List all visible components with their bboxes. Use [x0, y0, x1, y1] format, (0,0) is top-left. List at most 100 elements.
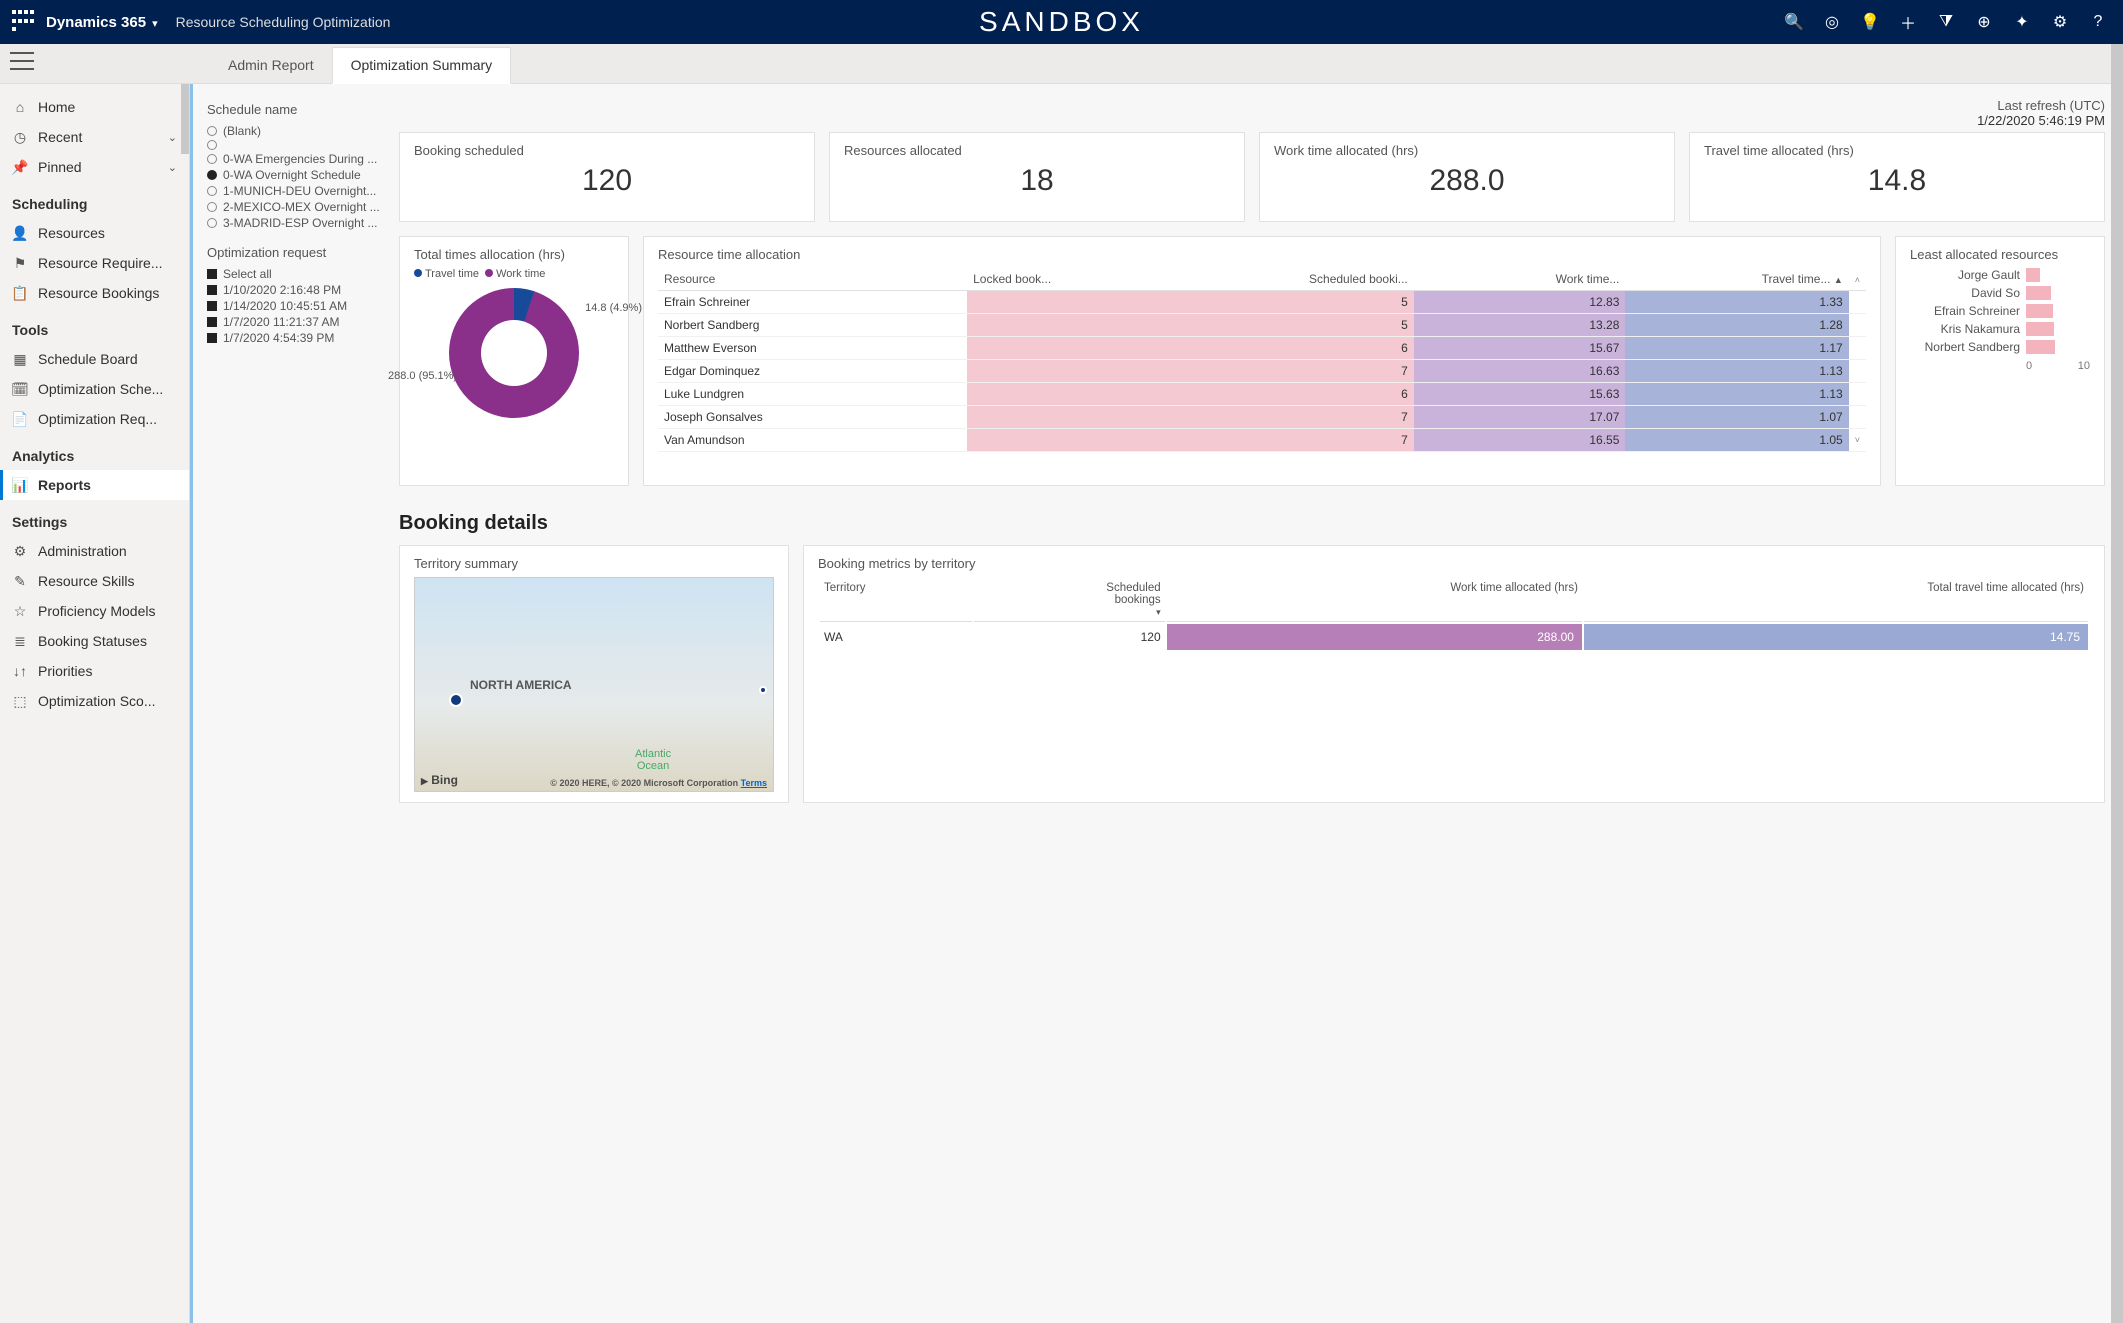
- sidebar-item[interactable]: 📋Resource Bookings: [0, 278, 189, 308]
- sidebar-item[interactable]: 👤Resources: [0, 218, 189, 248]
- sidebar-item-label: Resource Require...: [38, 255, 163, 271]
- search-icon[interactable]: 🔍: [1785, 13, 1803, 31]
- kpi-value: 14.8: [1704, 164, 2090, 198]
- sidebar-item[interactable]: ☆Proficiency Models: [0, 596, 189, 626]
- radio-icon: [207, 154, 217, 164]
- table-header[interactable]: Resource: [658, 268, 967, 291]
- bar-row[interactable]: David So: [1910, 286, 2090, 300]
- table-row[interactable]: Van Amundson 7 16.55 1.05 ˅: [658, 429, 1866, 452]
- least-allocated-title: Least allocated resources: [1910, 247, 2090, 262]
- kpi-value: 288.0: [1274, 164, 1660, 198]
- kpi-card: Travel time allocated (hrs)14.8: [1689, 132, 2105, 222]
- sidebar-item[interactable]: 📊Reports: [0, 470, 189, 500]
- target-icon[interactable]: ◎: [1823, 13, 1841, 31]
- plus-icon[interactable]: ＋: [1899, 13, 1917, 31]
- map-terms-link[interactable]: Terms: [741, 778, 767, 788]
- slicer-item-label: 1/7/2020 4:54:39 PM: [223, 331, 334, 345]
- map-pin-icon[interactable]: [759, 686, 767, 694]
- table-row[interactable]: Edgar Dominquez 7 16.63 1.13: [658, 360, 1866, 383]
- circle-plus-icon[interactable]: ⊕: [1975, 13, 1993, 31]
- table-row[interactable]: Efrain Schreiner 5 12.83 1.33: [658, 291, 1866, 314]
- map-label-ocean: Atlantic Ocean: [635, 748, 671, 772]
- table-header[interactable]: Scheduled booki...: [1190, 268, 1413, 291]
- table-header[interactable]: Work time...: [1414, 268, 1626, 291]
- map[interactable]: NORTH AMERICA Atlantic Ocean ▶ Bing © 20…: [414, 577, 774, 792]
- scroll-up-icon[interactable]: ˄: [1855, 275, 1860, 285]
- table-row[interactable]: Matthew Everson 6 15.67 1.17: [658, 337, 1866, 360]
- kpi-label: Booking scheduled: [414, 143, 800, 158]
- sidebar-item-label: Priorities: [38, 663, 92, 679]
- resource-table[interactable]: ResourceLocked book...Scheduled booki...…: [658, 268, 1866, 452]
- bar-row[interactable]: Kris Nakamura: [1910, 322, 2090, 336]
- table-row[interactable]: Norbert Sandberg 5 13.28 1.28: [658, 314, 1866, 337]
- funnel-icon[interactable]: ⧩: [1937, 13, 1955, 31]
- sidebar-item[interactable]: ⚙Administration: [0, 536, 189, 566]
- bar: [2026, 286, 2051, 300]
- slicer-request-item[interactable]: 1/7/2020 4:54:39 PM: [207, 330, 385, 346]
- slicer-schedule-item[interactable]: [207, 139, 385, 151]
- help-icon[interactable]: ?: [2089, 13, 2107, 31]
- checkbox-icon: [207, 285, 217, 295]
- slicer-schedule-item[interactable]: (Blank): [207, 123, 385, 139]
- table-header[interactable]: Locked book...: [967, 268, 1190, 291]
- table-row[interactable]: Joseph Gonsalves 7 17.07 1.07: [658, 406, 1866, 429]
- slicer-request-item[interactable]: 1/10/2020 2:16:48 PM: [207, 282, 385, 298]
- sidebar-item[interactable]: ↓↑Priorities: [0, 656, 189, 686]
- slicer-request-item[interactable]: 1/7/2020 11:21:37 AM: [207, 314, 385, 330]
- table-header[interactable]: Work time allocated (hrs): [1167, 579, 1582, 622]
- bulb-icon[interactable]: 💡: [1861, 13, 1879, 31]
- mid-row: Total times allocation (hrs) Travel time…: [399, 236, 2105, 486]
- brand-label[interactable]: Dynamics 365: [46, 14, 146, 31]
- bar-row[interactable]: Efrain Schreiner: [1910, 304, 2090, 318]
- gear-icon[interactable]: ⚙: [2051, 13, 2069, 31]
- slicer-schedule-item[interactable]: 0-WA Emergencies During ...: [207, 151, 385, 167]
- hamburger-icon[interactable]: [10, 52, 34, 70]
- tab-optimization-summary[interactable]: Optimization Summary: [332, 47, 512, 84]
- donut-chart[interactable]: 14.8 (4.9%) 288.0 (95.1%): [414, 280, 614, 418]
- table-row[interactable]: Luke Lundgren 6 15.63 1.13: [658, 383, 1866, 406]
- sidebar-item[interactable]: 📄Optimization Req...: [0, 404, 189, 434]
- card-territory-metrics: Booking metrics by territory TerritorySc…: [803, 545, 2105, 803]
- kpi-card: Work time allocated (hrs)288.0: [1259, 132, 1675, 222]
- sidebar-item[interactable]: ⚑Resource Require...: [0, 248, 189, 278]
- right-scrollbar[interactable]: [2111, 44, 2123, 1323]
- table-header[interactable]: Total travel time allocated (hrs): [1584, 579, 2088, 622]
- sidebar-item-label: Optimization Req...: [38, 411, 157, 427]
- territory-metrics-table[interactable]: TerritoryScheduledbookings▾Work time all…: [818, 577, 2090, 652]
- sidebar-item-home[interactable]: ⌂Home: [0, 92, 189, 122]
- clock-icon: ◷: [12, 129, 28, 145]
- kpi-value: 18: [844, 164, 1230, 198]
- sidebar-item-recent[interactable]: ◷Recent⌄: [0, 122, 189, 152]
- slicer-request-item[interactable]: Select all: [207, 266, 385, 282]
- skills-icon: ✎: [12, 573, 28, 589]
- slicer-item-label: 1/7/2020 11:21:37 AM: [223, 315, 340, 329]
- bar-row[interactable]: Jorge Gault: [1910, 268, 2090, 282]
- sidebar-item[interactable]: ⬚Optimization Sco...: [0, 686, 189, 716]
- slicer-schedule-item[interactable]: 0-WA Overnight Schedule: [207, 167, 385, 183]
- least-allocated-chart[interactable]: Jorge Gault David So Efrain Schreiner Kris …: [1910, 268, 2090, 354]
- table-header[interactable]: Travel time... ▲: [1625, 268, 1848, 291]
- sidebar-item[interactable]: ▦Schedule Board: [0, 344, 189, 374]
- bookings-icon: 📋: [12, 285, 28, 301]
- chevron-down-icon[interactable]: ▾: [152, 17, 158, 30]
- last-refresh-value: 1/22/2020 5:46:19 PM: [1977, 113, 2105, 128]
- table-row[interactable]: WA 120 288.00 14.75: [820, 624, 2088, 650]
- slicer-schedule-item[interactable]: 2-MEXICO-MEX Overnight ...: [207, 199, 385, 215]
- bar: [2026, 322, 2054, 336]
- sparkle-icon[interactable]: ✦: [2013, 13, 2031, 31]
- map-pin-icon[interactable]: [449, 693, 463, 707]
- sidebar-item-pinned[interactable]: 📌Pinned⌄: [0, 152, 189, 182]
- slicer-schedule-item[interactable]: 3-MADRID-ESP Overnight ...: [207, 215, 385, 231]
- sidebar-item[interactable]: ✎Resource Skills: [0, 566, 189, 596]
- sidebar-item[interactable]: ≣Booking Statuses: [0, 626, 189, 656]
- bar-row[interactable]: Norbert Sandberg: [1910, 340, 2090, 354]
- sidebar-item[interactable]: 🗓Optimization Sche...: [0, 374, 189, 404]
- table-header[interactable]: Territory: [820, 579, 972, 622]
- table-header[interactable]: Scheduledbookings▾: [974, 579, 1165, 622]
- kpi-row: Booking scheduled120Resources allocated1…: [399, 132, 2105, 222]
- slicer-request-item[interactable]: 1/14/2020 10:45:51 AM: [207, 298, 385, 314]
- sidebar-scroll-thumb[interactable]: [181, 84, 189, 154]
- tab-admin-report[interactable]: Admin Report: [210, 48, 332, 83]
- app-launcher-icon[interactable]: [12, 10, 36, 34]
- slicer-schedule-item[interactable]: 1-MUNICH-DEU Overnight...: [207, 183, 385, 199]
